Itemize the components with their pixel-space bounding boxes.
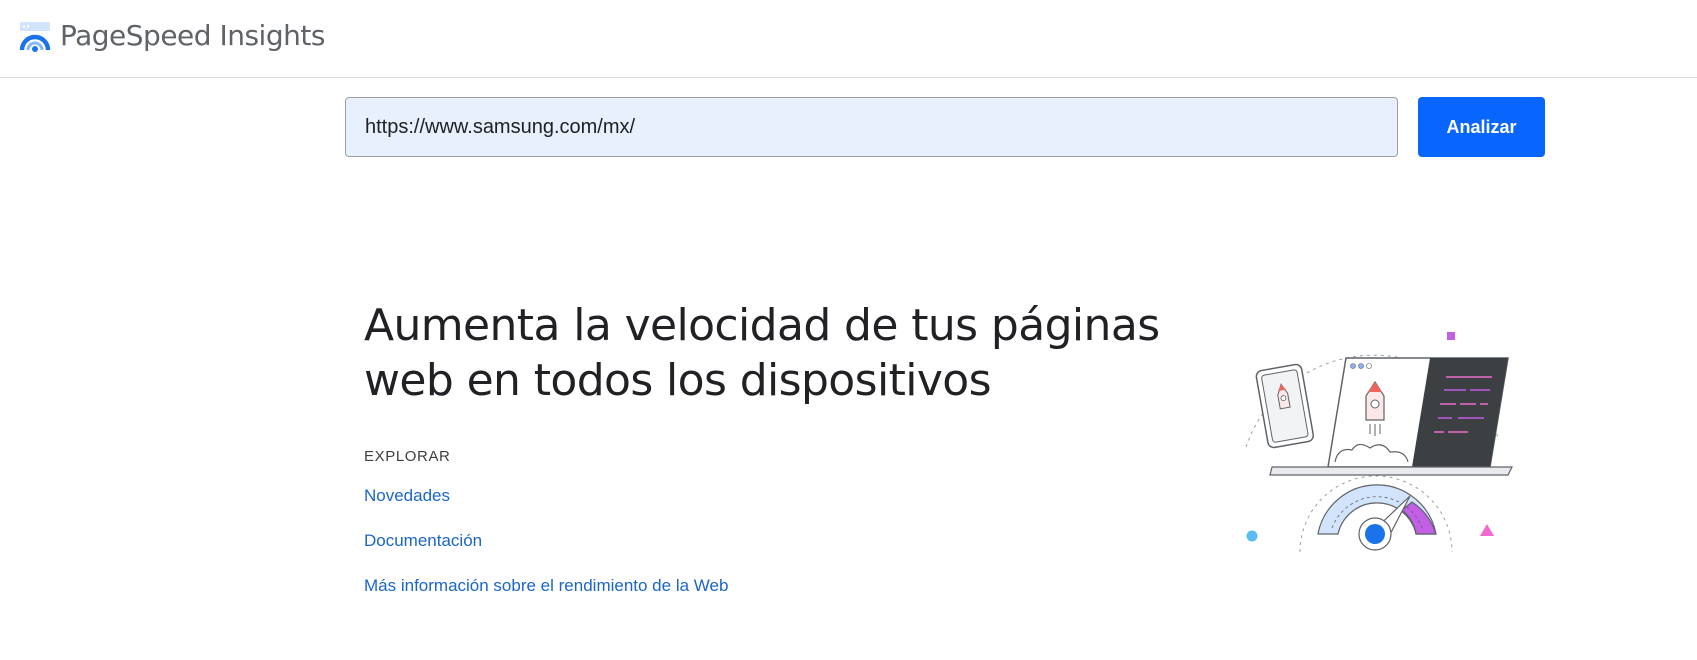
app-title[interactable]: PageSpeed Insights bbox=[60, 19, 325, 52]
pagespeed-logo-icon[interactable] bbox=[18, 20, 52, 54]
top-bar: PageSpeed Insights bbox=[0, 0, 1697, 78]
link-novedades[interactable]: Novedades bbox=[364, 486, 450, 506]
link-documentacion[interactable]: Documentación bbox=[364, 531, 482, 551]
page-headline: Aumenta la velocidad de tus páginas web … bbox=[364, 300, 1160, 406]
analyze-button[interactable]: Analizar bbox=[1418, 97, 1545, 157]
url-input[interactable] bbox=[345, 97, 1398, 157]
explore-label: EXPLORAR bbox=[364, 448, 451, 465]
devices-speed-gauge-illustration-icon bbox=[1245, 332, 1513, 553]
link-mas-informacion[interactable]: Más información sobre el rendimiento de … bbox=[364, 576, 728, 596]
